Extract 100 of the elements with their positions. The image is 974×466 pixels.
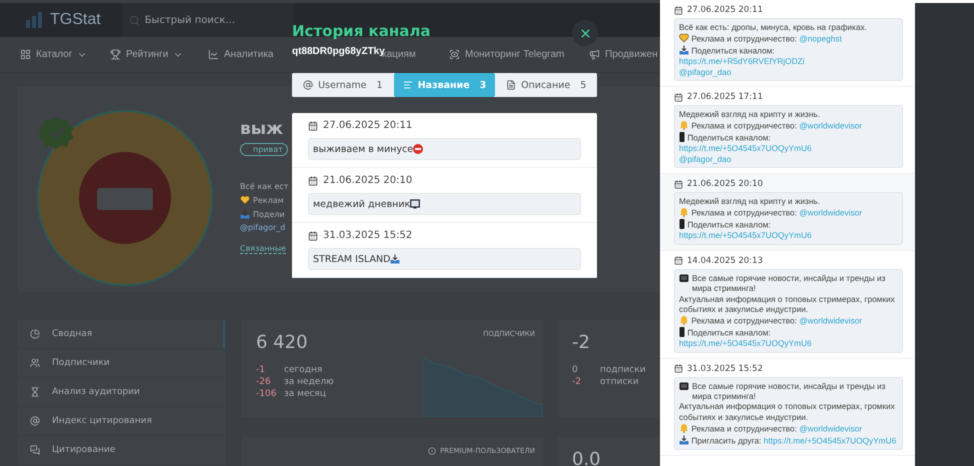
scan-icon <box>449 49 460 60</box>
flow-value: -2 <box>572 332 590 353</box>
history-tab[interactable]: Название 3 <box>394 73 496 97</box>
change-value: -26 <box>256 377 272 387</box>
description-link[interactable]: @nopeghst <box>799 34 842 44</box>
description-link[interactable]: @worldwidevisor <box>799 424 862 434</box>
flow-label: отписки <box>600 377 639 387</box>
phone-icon <box>679 218 685 229</box>
calendar-icon <box>308 176 318 186</box>
calendar-icon <box>308 230 318 240</box>
megaphone-icon <box>589 49 600 60</box>
circle-dot-icon <box>428 447 436 455</box>
description-link[interactable]: https://t.me/+5O4545x7UOQyYmU6 <box>679 338 812 348</box>
search-field[interactable]: Быстрый поиск... <box>122 3 293 37</box>
change-period: за неделю <box>284 377 334 387</box>
change-value: -106 <box>256 389 278 399</box>
at-sign-icon <box>30 416 40 426</box>
calendar-icon <box>674 6 683 14</box>
entry-date: 27.06.2025 20:11 <box>674 5 903 15</box>
change-value: -1 <box>256 365 266 375</box>
inbox-tray-icon <box>390 254 400 264</box>
description-text: Поделиться каналом: <box>687 328 771 338</box>
entry-date: 31.03.2025 15:52 <box>308 230 581 241</box>
description-link[interactable]: @worldwidevisor <box>799 120 862 131</box>
entry-value: выживаем в минусе <box>308 138 581 160</box>
rating-value: 0.0 <box>572 449 601 466</box>
description-text: Реклама и сотрудничество: <box>691 208 797 218</box>
bell-icon <box>679 206 689 217</box>
grid-icon <box>20 49 31 60</box>
inbox-tray-icon <box>679 434 689 445</box>
document-icon <box>506 80 516 90</box>
related-link[interactable]: Связанные <box>240 244 286 254</box>
heart-icon <box>679 32 689 43</box>
inbox-tray-icon <box>240 209 250 219</box>
sidebar-item[interactable]: Анализ аудитории <box>18 378 225 407</box>
tv-icon <box>679 273 689 284</box>
description-text: Поделиться каналом: <box>691 46 775 56</box>
no-entry-icon <box>413 144 424 154</box>
heart-icon <box>240 195 250 205</box>
description-link[interactable]: @pifagor_dao <box>679 66 732 77</box>
description-text: Реклама и сотрудничество: <box>691 34 797 44</box>
calendar-icon <box>674 364 683 374</box>
description-link[interactable]: @worldwidevisor <box>799 208 862 218</box>
entry-date: 21.06.2025 20:10 <box>308 175 581 186</box>
description-text: Реклама и сотрудничество: <box>691 120 797 131</box>
entry-date: 14.04.2025 20:13 <box>674 256 903 266</box>
description-text: Актуальная информация о топовых стримерах, громких событиях и закулисье индустрии. <box>679 401 895 422</box>
modal-title: История канала <box>292 22 430 40</box>
entry-date: 21.06.2025 20:10 <box>674 179 903 190</box>
nav-item[interactable]: Продвижен <box>589 49 658 60</box>
calendar-icon <box>308 120 318 130</box>
channel-title: выж <box>240 119 284 139</box>
tv-icon <box>679 381 689 392</box>
users-icon <box>30 358 40 368</box>
nav-item[interactable]: Аналитика <box>208 49 274 60</box>
entry-date: 27.06.2025 20:11 <box>308 120 581 131</box>
sidebar-item[interactable]: Сводная <box>18 320 225 349</box>
at-sign-icon <box>303 80 314 90</box>
nav-item[interactable]: Мониторинг Telegram <box>449 49 564 60</box>
description-link[interactable]: https://t.me/+5O4545x7UOQyYmU6 <box>679 143 812 154</box>
channel-link[interactable]: @pifagor_d <box>240 223 286 232</box>
history-tab[interactable]: Username 1 <box>292 73 394 97</box>
subscribers-count: 6 420 <box>256 332 308 353</box>
description-link[interactable]: @worldwidevisor <box>799 316 862 326</box>
entry-date: 27.06.2025 17:11 <box>674 92 903 102</box>
change-period: за месяц <box>284 389 326 399</box>
description-line: Всё как ест <box>240 182 288 191</box>
nav-item[interactable]: Рейтинги <box>110 49 184 60</box>
privacy-badge: приват <box>240 143 288 156</box>
description-line: Подели <box>253 210 285 218</box>
history-tab[interactable]: Описание 5 <box>495 73 598 97</box>
nav-item[interactable]: Каталог <box>20 49 88 60</box>
calendar-icon <box>674 180 683 189</box>
entry-value: STREAM ISLAND <box>308 248 581 270</box>
sidebar-item[interactable]: Подписчики <box>18 349 225 378</box>
description-text: Актуальная информация о топовых стримерах, громких событиях и закулисье индустрии. <box>679 294 895 314</box>
description-link[interactable]: @pifagor_dao <box>679 154 732 164</box>
chat-icon <box>30 445 40 455</box>
sidebar-item[interactable]: Цитирование <box>18 436 225 465</box>
pie-chart-icon <box>30 329 40 339</box>
description-text: Поделиться каналом: <box>687 220 771 230</box>
description-text: Поделиться каналом: <box>687 132 771 143</box>
flow-count: 0 <box>572 365 579 375</box>
description-text: Медвежий взгляд на крипту и жизнь. <box>679 196 820 206</box>
calendar-icon <box>674 92 683 102</box>
description-link[interactable]: https://t.me/+R5dY6RVEfYRjODZi <box>679 56 804 66</box>
lines-icon <box>402 80 413 90</box>
flow-label: подписки <box>600 365 646 375</box>
hourglass-icon <box>30 387 40 397</box>
description-text: Пригласить друга: <box>691 436 762 446</box>
close-button[interactable] <box>572 20 598 46</box>
description-link[interactable]: https://t.me/+5O4545x7UOQyYmU6 <box>764 436 896 446</box>
bell-icon <box>679 120 689 130</box>
trophy-icon <box>110 49 121 60</box>
sidebar-item[interactable]: Индекс цитирования <box>18 407 225 436</box>
close-icon <box>578 26 592 40</box>
description-link[interactable]: https://t.me/+5O4545x7UOQyYmU6 <box>679 230 812 240</box>
description-text: Медвежий взгляд на крипту и жизнь. <box>679 109 820 120</box>
description-text: Реклама и сотрудничество: <box>691 424 797 434</box>
logo-text[interactable]: TGStat <box>50 11 101 29</box>
